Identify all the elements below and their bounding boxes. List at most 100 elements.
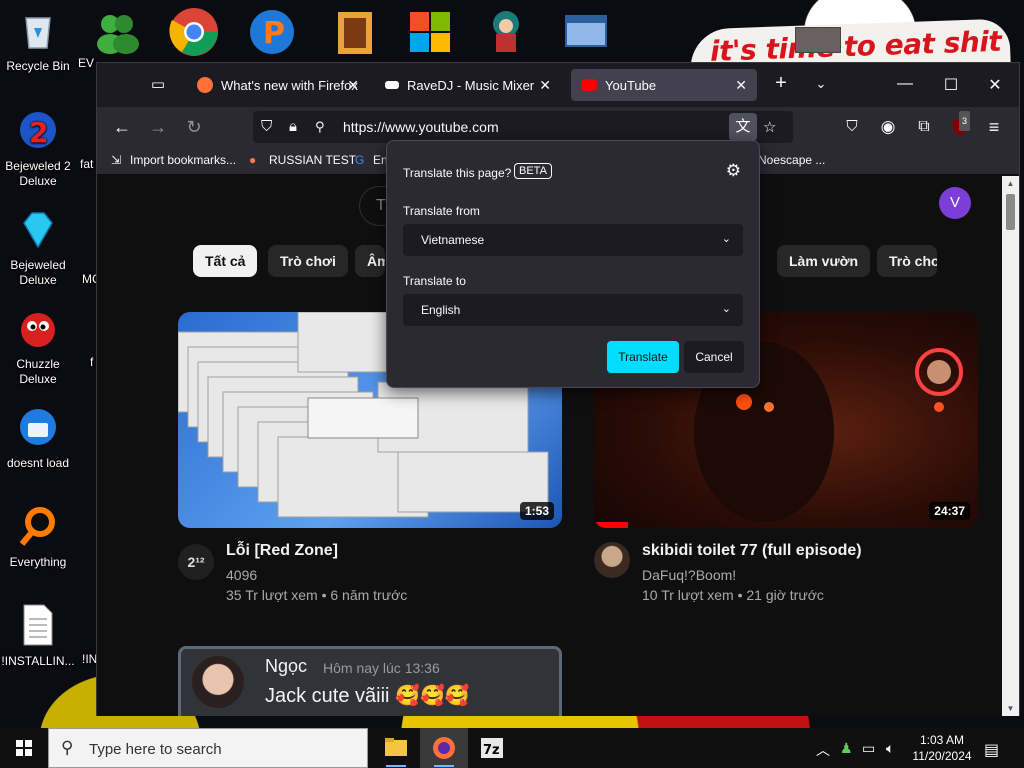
- window-app-icon[interactable]: [560, 6, 612, 58]
- translate-panel: Translate this page? BETA ⚙ Translate fr…: [386, 140, 760, 388]
- cancel-button[interactable]: Cancel: [684, 341, 744, 373]
- firefox-favicon-icon: [197, 77, 213, 93]
- extensions-icon[interactable]: ⧉: [913, 117, 935, 137]
- close-tab-icon[interactable]: ✕: [735, 77, 747, 94]
- chip-music[interactable]: Âm: [355, 245, 385, 277]
- user-avatar[interactable]: V: [939, 187, 971, 219]
- ravedj-favicon-icon: [385, 81, 399, 89]
- chuzzle-shortcut[interactable]: Chuzzle Deluxe: [0, 306, 76, 387]
- video-meta: 35 Tr lượt xem • 6 năm trước: [226, 587, 408, 603]
- translate-from-select[interactable]: Vietnamese ⌄: [403, 224, 743, 256]
- close-tab-icon[interactable]: ✕: [539, 77, 551, 94]
- maximize-icon[interactable]: ☐: [941, 75, 961, 95]
- chip-gardening[interactable]: Làm vườn: [777, 245, 871, 277]
- bookmark-russian-test[interactable]: RUSSIAN TEST: [269, 153, 356, 167]
- video-title[interactable]: Lỗi [Red Zone]: [226, 542, 338, 560]
- translate-to-label: Translate to: [403, 274, 466, 288]
- tab-list-chevron-icon[interactable]: ⌄: [811, 76, 831, 92]
- ublock-icon[interactable]: 3: [949, 111, 971, 141]
- svg-text:7z: 7z: [483, 743, 500, 758]
- pocket-icon[interactable]: ⛉: [841, 117, 863, 137]
- scrollbar-thumb[interactable]: [1006, 194, 1015, 230]
- everything-shortcut[interactable]: Everything: [0, 504, 76, 570]
- chip-games-2[interactable]: Trò chơ: [877, 245, 937, 277]
- close-window-icon[interactable]: ✕: [985, 75, 1005, 95]
- translate-header: Translate this page?: [403, 166, 512, 180]
- firefox-taskbar-icon[interactable]: [420, 728, 468, 768]
- tab-title: YouTube: [605, 77, 657, 93]
- channel-avatar[interactable]: [594, 542, 630, 578]
- windows-start-icon[interactable]: [0, 728, 48, 768]
- chip-games[interactable]: Trò chơi: [268, 245, 348, 277]
- show-hidden-icons-chevron-icon[interactable]: ︿: [816, 740, 830, 760]
- tab-bar: ▭ What's new with Firefox ✕ RaveDJ - Mus…: [97, 63, 1019, 107]
- translate-button[interactable]: Translate: [607, 341, 679, 373]
- file-explorer-icon[interactable]: [372, 728, 420, 768]
- video-title[interactable]: skibidi toilet 77 (full episode): [642, 542, 862, 560]
- tab-firefox-whats-new[interactable]: What's new with Firefox ✕: [187, 69, 369, 101]
- bookmark-noescape[interactable]: Noescape ...: [758, 153, 825, 167]
- video-duration: 1:53: [519, 502, 554, 520]
- installing-shortcut[interactable]: !INSTALLIN...: [0, 603, 76, 669]
- bejeweled-2-shortcut[interactable]: 2 Bejeweled 2 Deluxe: [0, 108, 76, 189]
- account-icon[interactable]: ◉: [877, 117, 899, 137]
- hamburger-menu-icon[interactable]: ≡: [983, 117, 1005, 137]
- url-text[interactable]: https://www.youtube.com: [343, 119, 499, 135]
- discord-message-card: Ngọc Hôm nay lúc 13:36 Jack cute vãiii 🥰…: [178, 646, 562, 716]
- lock-icon[interactable]: 🔒︎: [289, 118, 297, 135]
- message-avatar: [192, 656, 244, 708]
- search-icon: ⚲: [61, 738, 74, 757]
- close-tab-icon[interactable]: ✕: [347, 77, 359, 94]
- magnifier-icon: [19, 507, 55, 546]
- tab-title: What's new with Firefox: [221, 77, 358, 93]
- back-icon[interactable]: ←: [111, 117, 133, 137]
- reload-icon[interactable]: ↻: [183, 117, 205, 137]
- bejeweled-shortcut[interactable]: Bejeweled Deluxe: [0, 207, 76, 288]
- folder-app-icon[interactable]: [330, 6, 382, 58]
- bejeweled-2-icon: 2: [20, 112, 56, 149]
- windows-logo-icon[interactable]: [404, 6, 456, 58]
- recycle-bin-shortcut[interactable]: Recycle Bin: [0, 8, 76, 74]
- shield-icon[interactable]: ⛉: [261, 118, 272, 135]
- 7zip-icon[interactable]: 7z: [468, 728, 516, 768]
- tab-ravedj[interactable]: RaveDJ - Music Mixer ✕: [375, 69, 561, 101]
- chip-all[interactable]: Tất cả: [193, 245, 258, 277]
- translate-icon[interactable]: 文: [729, 113, 757, 141]
- tab-title: RaveDJ - Music Mixer: [407, 77, 535, 93]
- bookmark-star-icon[interactable]: ☆: [763, 118, 776, 136]
- translate-from-value: Vietnamese: [421, 233, 485, 247]
- google-favicon-icon: G: [355, 153, 365, 167]
- forward-icon[interactable]: →: [147, 117, 169, 137]
- network-icon[interactable]: ▭: [862, 740, 875, 757]
- new-tab-icon[interactable]: +: [771, 72, 791, 95]
- partial-label-ev: EV: [78, 56, 95, 70]
- scroll-up-icon[interactable]: ▲: [1002, 179, 1019, 188]
- bookmark-import[interactable]: Import bookmarks...: [130, 153, 236, 167]
- page-scrollbar[interactable]: ▲ ▼: [1002, 176, 1019, 716]
- permissions-icon[interactable]: ⚲: [315, 119, 325, 135]
- msn-messenger-icon[interactable]: [92, 6, 144, 58]
- list-all-tabs-icon[interactable]: ▭: [147, 75, 169, 95]
- clock-time: 1:03 AM: [919, 733, 965, 747]
- message-text: Jack cute vãiii 🥰🥰🥰: [265, 685, 470, 707]
- translate-to-select[interactable]: English ⌄: [403, 294, 743, 326]
- url-bar[interactable]: ⛉ 🔒︎ ⚲ https://www.youtube.com 文 ☆: [253, 111, 793, 143]
- thunderbird-shortcut[interactable]: doesnt load: [0, 405, 76, 471]
- game-character-icon[interactable]: [480, 6, 532, 58]
- channel-avatar[interactable]: 2¹²: [178, 544, 214, 580]
- extension-badge: 3: [959, 111, 971, 131]
- volume-icon[interactable]: 🔈︎: [886, 740, 894, 757]
- channel-name[interactable]: DaFuq!?Boom!: [642, 567, 736, 583]
- user-tray-icon[interactable]: ♟: [840, 740, 853, 757]
- minimize-icon[interactable]: —: [895, 75, 915, 93]
- chrome-icon[interactable]: [168, 6, 220, 58]
- taskbar-search[interactable]: ⚲ Type here to search: [48, 728, 368, 768]
- p-app-icon[interactable]: P: [246, 6, 298, 58]
- import-bookmarks-icon[interactable]: ⇲: [111, 153, 121, 167]
- taskbar-clock[interactable]: 1:03 AM 11/20/2024: [912, 732, 972, 764]
- tab-youtube[interactable]: YouTube ✕: [571, 69, 757, 101]
- gear-icon[interactable]: ⚙: [726, 161, 741, 181]
- scroll-down-icon[interactable]: ▼: [1002, 704, 1019, 713]
- channel-name[interactable]: 4096: [226, 567, 257, 583]
- notifications-icon[interactable]: ▤: [984, 740, 999, 760]
